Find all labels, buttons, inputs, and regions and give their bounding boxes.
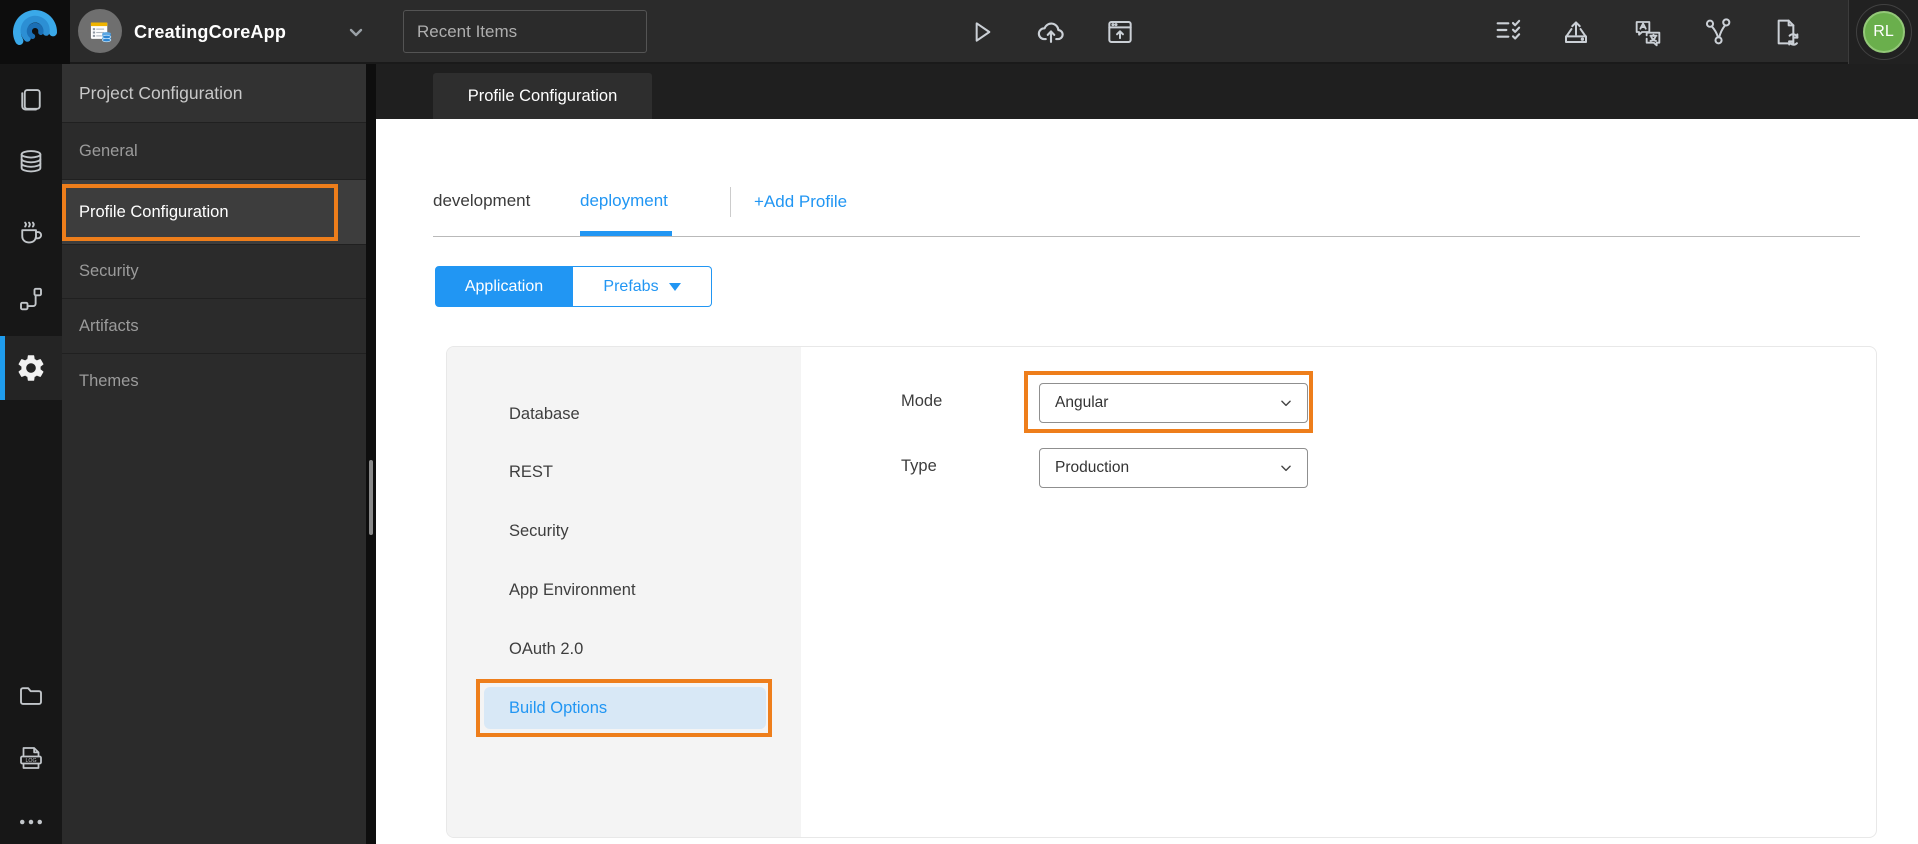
branch-share-icon[interactable] [1698, 0, 1738, 64]
file-explorer-icon[interactable] [16, 681, 46, 711]
chevron-down-icon[interactable] [344, 0, 368, 64]
pages-icon[interactable] [16, 85, 46, 115]
sidebar-item-artifacts[interactable]: Artifacts [62, 298, 376, 353]
user-menu[interactable]: RL [1848, 0, 1918, 64]
recent-items-dropdown[interactable]: Recent Items [403, 10, 647, 53]
project-icon[interactable] [78, 9, 122, 53]
java-services-icon[interactable] [16, 217, 46, 247]
menu-item-app-environment[interactable]: App Environment [509, 578, 636, 602]
add-profile-button[interactable]: +Add Profile [754, 192, 847, 212]
mode-select[interactable]: Angular [1039, 383, 1308, 423]
tab-profile-configuration[interactable]: Profile Configuration [433, 73, 652, 119]
sidebar-item-profile-configuration[interactable]: Profile Configuration [62, 179, 376, 244]
avatar: RL [1862, 11, 1905, 53]
settings-card: Database REST Security App Environment O… [446, 346, 1877, 838]
more-ellipsis-icon[interactable] [16, 807, 46, 837]
project-title: CreatingCoreApp [134, 21, 287, 42]
translate-chat-icon[interactable] [1628, 0, 1668, 64]
wavemaker-studio: CreatingCoreApp Recent Items RL LOG Proj… [0, 0, 1918, 844]
menu-item-oauth[interactable]: OAuth 2.0 [509, 637, 583, 661]
menu-item-rest[interactable]: REST [509, 460, 553, 484]
settings-menu: Database REST Security App Environment O… [447, 347, 801, 837]
prefabs-toggle-button[interactable]: Prefabs [573, 266, 712, 307]
sidebar-item-general[interactable]: General [62, 122, 376, 179]
preview-window-icon[interactable] [1100, 0, 1140, 64]
checklist-icon[interactable] [1489, 0, 1529, 64]
mode-value: Angular [1055, 394, 1109, 411]
wavemaker-logo[interactable] [0, 0, 70, 64]
caret-down-icon [668, 282, 681, 291]
main-area: Profile Configuration development deploy… [376, 64, 1918, 844]
menu-item-security[interactable]: Security [509, 519, 569, 543]
type-label: Type [901, 457, 937, 475]
cloud-upload-icon[interactable] [1031, 0, 1071, 64]
file-sync-icon[interactable] [1766, 0, 1806, 64]
type-select[interactable]: Production [1039, 448, 1308, 488]
chevron-down-icon [1279, 461, 1293, 475]
menu-item-build-options-active[interactable]: Build Options [484, 687, 766, 729]
project-config-panel: Project Configuration General Profile Co… [62, 64, 376, 844]
run-play-icon[interactable] [962, 0, 1002, 64]
menu-item-database[interactable]: Database [509, 402, 580, 426]
database-icon[interactable] [16, 147, 46, 177]
chevron-down-icon [1279, 396, 1293, 410]
tabs-bottom-rule [433, 236, 1860, 237]
logs-icon[interactable]: LOG [16, 743, 46, 773]
scrollbar-thumb[interactable] [369, 460, 373, 535]
sidebar-item-themes[interactable]: Themes [62, 353, 376, 408]
application-toggle-button[interactable]: Application [435, 266, 573, 307]
main-header-bar: Profile Configuration [376, 64, 1918, 119]
sidebar-item-security[interactable]: Security [62, 244, 376, 298]
mode-label: Mode [901, 392, 943, 410]
type-value: Production [1055, 459, 1130, 476]
orchestration-icon[interactable] [16, 284, 46, 314]
scope-toggle: Application Prefabs [435, 266, 712, 307]
recent-items-label: Recent Items [417, 21, 518, 41]
tab-divider [730, 187, 731, 217]
top-bar: CreatingCoreApp Recent Items RL [0, 0, 1918, 64]
svg-text:LOG: LOG [25, 758, 36, 764]
profile-configuration-content: development deployment +Add Profile Appl… [376, 119, 1918, 844]
panel-title: Project Configuration [62, 64, 376, 122]
left-rail: LOG [0, 64, 62, 844]
export-app-icon[interactable] [1556, 0, 1596, 64]
settings-gear-icon[interactable] [15, 352, 47, 384]
panel-scrollbar[interactable] [366, 64, 376, 844]
tab-deployment[interactable]: deployment [580, 191, 668, 211]
tab-development[interactable]: development [433, 191, 530, 211]
avatar-ring: RL [1855, 4, 1912, 60]
